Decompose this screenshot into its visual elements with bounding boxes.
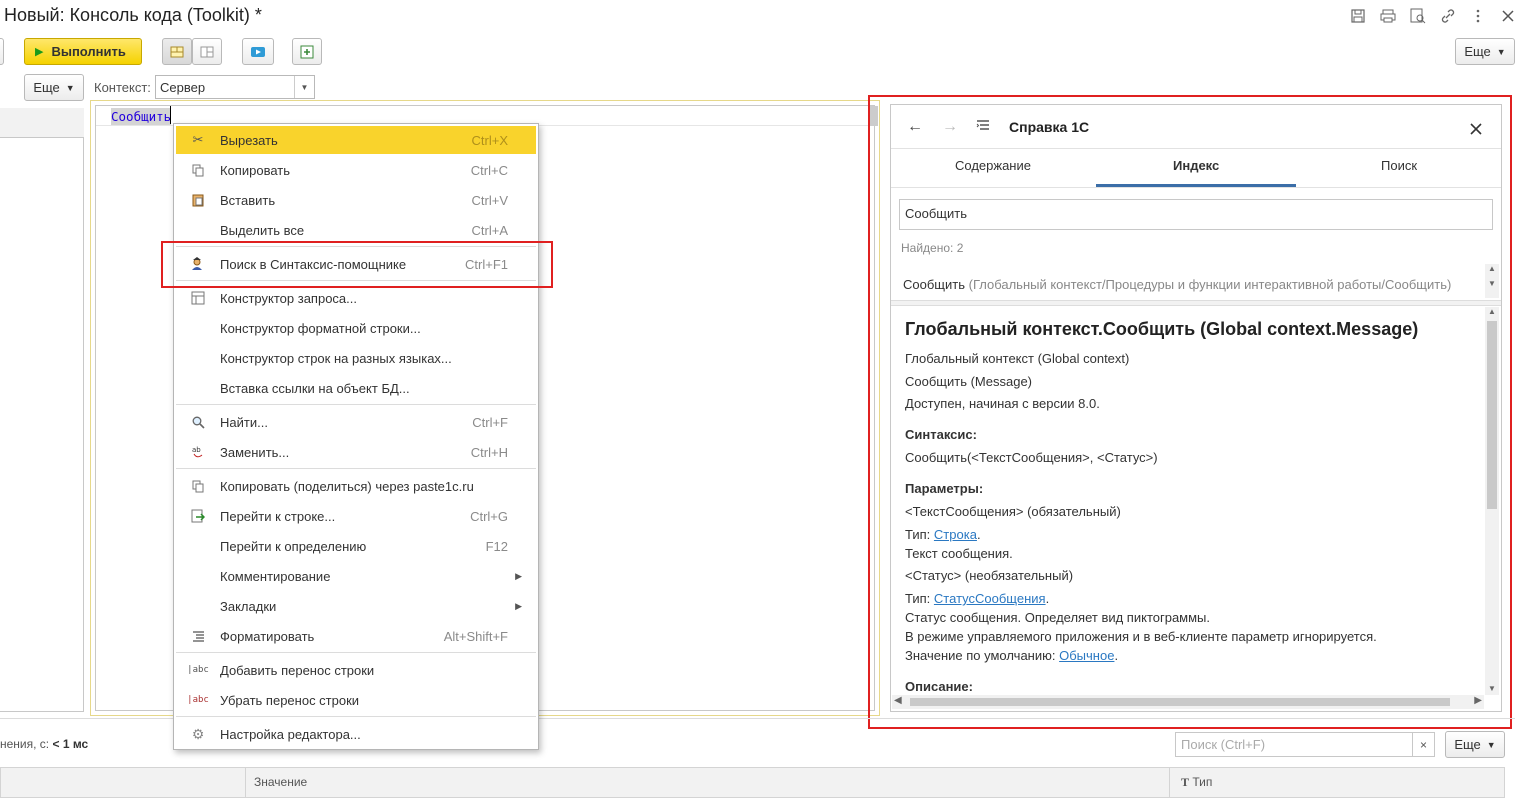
column-value-header[interactable]: Значение [254, 775, 307, 789]
add-form-button[interactable] [292, 38, 322, 65]
submenu-arrow-icon: ▶ [515, 570, 522, 581]
add-wrap-icon: |abc [187, 665, 209, 675]
context-label: Контекст: [94, 80, 151, 95]
submenu-arrow-icon: ▶ [515, 600, 522, 611]
close-window-icon[interactable] [1499, 7, 1517, 25]
menu-item-select-all[interactable]: Выделить все Ctrl+A [176, 216, 536, 244]
menu-item-commenting[interactable]: Комментирование ▶ [176, 562, 536, 590]
menu-item-add-line-wrap[interactable]: |abc Добавить перенос строки [176, 656, 536, 684]
menu-item-copy[interactable]: Копировать Ctrl+C [176, 156, 536, 184]
run-label: Выполнить [51, 44, 126, 59]
menu-item-format[interactable]: Форматировать Alt+Shift+F [176, 622, 536, 650]
clear-filter-icon[interactable]: × [1412, 732, 1435, 757]
dropdown-arrow-icon: ▼ [65, 82, 75, 93]
column-divider [245, 768, 246, 798]
menu-separator [176, 716, 536, 717]
more-label: Еще [1464, 44, 1491, 59]
run-button[interactable]: ▶ Выполнить [24, 38, 142, 65]
left-pane [0, 108, 84, 712]
menu-item-paste[interactable]: Вставить Ctrl+V [176, 186, 536, 214]
add-form-icon [300, 45, 314, 58]
context-select-value: Сервер [160, 79, 206, 95]
copy-icon [176, 164, 220, 177]
goto-line-icon [176, 509, 220, 523]
column-type-label: Тип [1192, 775, 1213, 789]
page-scrollbar[interactable] [1515, 38, 1525, 805]
highlight-box-menu [161, 241, 553, 288]
dropdown-arrow-icon: ▼ [1486, 739, 1496, 750]
left-pane-header [0, 108, 84, 138]
bottom-more-button[interactable]: Еще ▼ [1445, 731, 1505, 758]
menu-item-goto-definition[interactable]: Перейти к определению F12 [176, 532, 536, 560]
type-icon: T [1181, 775, 1190, 789]
menu-item-goto-line[interactable]: Перейти к строке... Ctrl+G [176, 502, 536, 530]
print-icon[interactable] [1379, 7, 1397, 25]
format-icon [176, 630, 220, 642]
query-builder-icon [176, 291, 220, 305]
menu-item-multilang-builder[interactable]: Конструктор строк на разных языках... [176, 344, 536, 372]
exec-time-label: нения, с: [0, 737, 50, 751]
filter-input[interactable]: Поиск (Ctrl+F) [1175, 732, 1435, 757]
column-type-header[interactable]: T Тип [1181, 775, 1212, 790]
menu-item-share-copy[interactable]: Копировать (поделиться) через paste1c.ru [176, 472, 536, 500]
menu-item-bookmarks[interactable]: Закладки ▶ [176, 592, 536, 620]
menu-item-remove-line-wrap[interactable]: |abc Убрать перенос строки [176, 686, 536, 714]
code-selected-word[interactable]: Сообщить [111, 108, 172, 125]
menu-item-editor-settings[interactable]: ⚙ Настройка редактора... [176, 720, 536, 748]
save-icon[interactable] [1349, 7, 1367, 25]
menu-item-insert-db-link[interactable]: Вставка ссылки на объект БД... [176, 374, 536, 402]
layout-vertical-icon [200, 46, 214, 57]
results-grid-header [0, 767, 1505, 798]
video-button[interactable] [242, 38, 274, 65]
exec-time: нения, с: < 1 мс [0, 737, 88, 751]
menu-separator [176, 404, 536, 405]
menu-item-query-builder[interactable]: Конструктор запроса... [176, 284, 536, 312]
context-menu: ✂ Вырезать Ctrl+X Копировать Ctrl+C Вста… [173, 123, 539, 750]
context-more-button[interactable]: Еще ▼ [24, 74, 84, 101]
exec-time-value: < 1 мс [52, 737, 89, 751]
share-copy-icon [176, 480, 220, 493]
link-icon[interactable] [1439, 7, 1457, 25]
menu-separator [176, 468, 536, 469]
menu-item-cut[interactable]: ✂ Вырезать Ctrl+X [176, 126, 536, 154]
more-vertical-icon[interactable] [1469, 7, 1487, 25]
menu-item-format-string-builder[interactable]: Конструктор форматной строки... [176, 314, 536, 342]
context-more-label: Еще [33, 80, 60, 95]
remove-wrap-icon: |abc [187, 695, 209, 705]
text-caret [170, 106, 171, 124]
highlight-box-help [868, 95, 1512, 729]
menu-item-find[interactable]: Найти... Ctrl+F [176, 408, 536, 436]
preview-icon[interactable] [1409, 7, 1427, 25]
gear-icon: ⚙ [191, 725, 205, 742]
layout-horizontal-icon [170, 46, 184, 57]
layout-vertical-button[interactable] [192, 38, 222, 65]
more-button[interactable]: Еще ▼ [1455, 38, 1515, 65]
window-title: Новый: Консоль кода (Toolkit) * [4, 5, 262, 25]
play-icon: ▶ [35, 46, 44, 58]
search-icon [176, 416, 220, 429]
layout-horizontal-button[interactable] [162, 38, 192, 65]
paste-icon [176, 193, 220, 207]
dropdown-arrow-icon: ▼ [1496, 46, 1506, 57]
svg-text:ab: ab [192, 446, 201, 454]
back-edge-button[interactable] [0, 38, 4, 65]
bottom-more-label: Еще [1454, 737, 1481, 752]
chevron-down-icon[interactable]: ▼ [294, 76, 314, 98]
context-select[interactable]: Сервер ▼ [155, 75, 315, 99]
menu-item-replace[interactable]: ab Заменить... Ctrl+H [176, 438, 536, 466]
replace-icon: ab [176, 445, 220, 459]
column-divider [1169, 768, 1170, 798]
menu-separator [176, 652, 536, 653]
video-icon [251, 46, 265, 57]
scissors-icon: ✂ [192, 132, 204, 147]
